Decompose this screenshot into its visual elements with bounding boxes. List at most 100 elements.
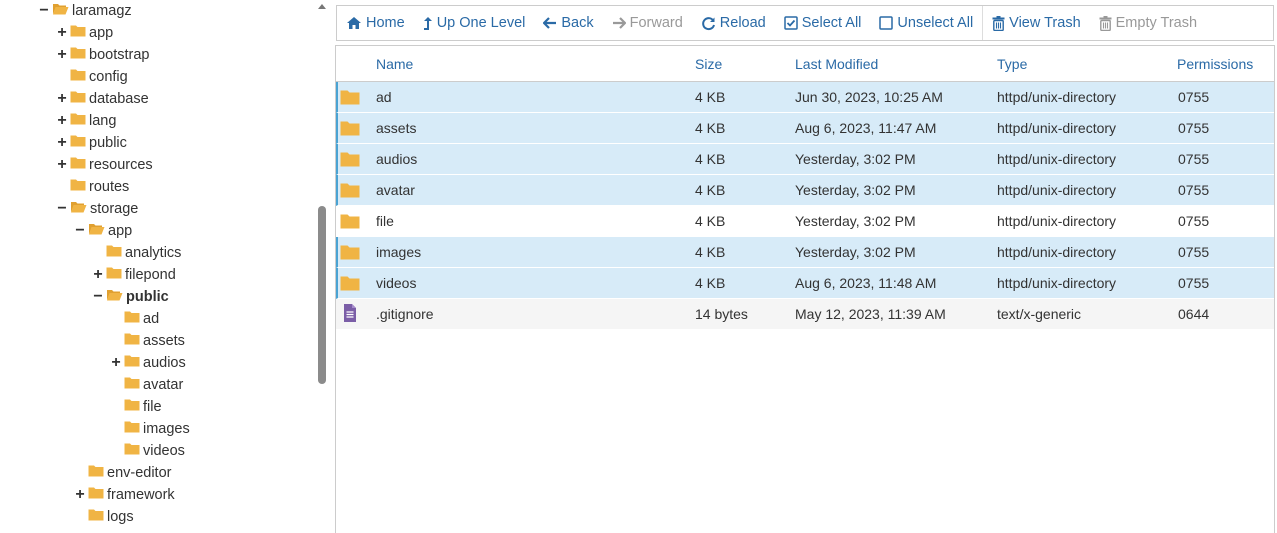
expand-toggle-icon[interactable]: + xyxy=(56,110,68,132)
tree-node[interactable]: − app xyxy=(74,220,132,242)
expand-toggle-icon[interactable]: + xyxy=(92,264,104,286)
table-row[interactable]: avatar 4 KB Yesterday, 3:02 PM httpd/unix-d… xyxy=(336,175,1274,206)
reload-button[interactable]: Reload xyxy=(692,6,775,40)
table-row[interactable]: file 4 KB Yesterday, 3:02 PM httpd/unix-dir… xyxy=(336,206,1274,237)
column-header-type[interactable]: Type xyxy=(997,46,1027,82)
select-all-button[interactable]: Select All xyxy=(775,6,871,40)
tree-node[interactable]: + framework xyxy=(74,484,175,506)
folder-open-icon xyxy=(88,220,105,242)
file-name: ad xyxy=(376,89,392,105)
tree-node[interactable]: config xyxy=(56,66,128,88)
tree-node[interactable]: env-editor xyxy=(74,462,171,484)
tree-scrollbar[interactable] xyxy=(316,0,328,533)
tree-node[interactable]: − storage xyxy=(56,198,138,220)
file-modified: Aug 6, 2023, 11:47 AM xyxy=(795,120,937,136)
tree-node[interactable]: + public xyxy=(56,132,127,154)
folder-icon xyxy=(88,506,104,528)
collapse-toggle-icon[interactable]: − xyxy=(92,286,104,308)
collapse-toggle-icon[interactable]: − xyxy=(56,198,68,220)
tree-node[interactable]: avatar xyxy=(110,374,183,396)
tree-node[interactable]: + filepond xyxy=(92,264,176,286)
tree-node[interactable]: logs xyxy=(74,506,134,528)
file-type: httpd/unix-directory xyxy=(997,151,1117,167)
reload-label: Reload xyxy=(719,15,766,31)
scroll-up-arrow-icon[interactable] xyxy=(318,4,326,9)
tree-node[interactable]: assets xyxy=(110,330,185,352)
forward-button[interactable]: Forward xyxy=(603,6,692,40)
tree-node[interactable]: + resources xyxy=(56,154,153,176)
file-modified: Aug 6, 2023, 11:48 AM xyxy=(795,275,937,291)
tree-node[interactable]: analytics xyxy=(92,242,181,264)
folder-icon xyxy=(340,244,360,263)
folder-icon xyxy=(340,89,360,108)
file-name: file xyxy=(376,213,394,229)
file-type: httpd/unix-directory xyxy=(997,275,1117,291)
tree-node-label: analytics xyxy=(125,245,182,261)
tree-node[interactable]: file xyxy=(110,396,162,418)
tree-node[interactable]: images xyxy=(110,418,190,440)
folder-icon xyxy=(106,242,122,264)
table-row[interactable]: assets 4 KB Aug 6, 2023, 11:47 AM httpd/uni… xyxy=(336,113,1274,144)
column-header-name[interactable]: Name xyxy=(376,46,413,82)
tree-node[interactable]: + lang xyxy=(56,110,116,132)
folder-icon xyxy=(340,151,360,170)
file-size: 4 KB xyxy=(695,120,726,136)
tree-node[interactable]: + database xyxy=(56,88,148,110)
file-permissions: 0755 xyxy=(1178,120,1210,136)
tree-node[interactable]: − laramagz xyxy=(38,0,131,22)
expand-toggle-icon[interactable]: + xyxy=(110,352,122,374)
file-name: images xyxy=(376,244,422,260)
file-size: 4 KB xyxy=(695,213,726,229)
table-row[interactable]: .gitignore 14 bytes May 12, 2023, 11:39 AM… xyxy=(336,299,1274,330)
table-row[interactable]: images 4 KB Yesterday, 3:02 PM httpd/unix-d… xyxy=(336,237,1274,268)
tree-node-label: filepond xyxy=(125,267,176,283)
collapse-toggle-icon[interactable]: − xyxy=(38,0,50,22)
tree-node[interactable]: + app xyxy=(56,22,113,44)
expand-toggle-icon[interactable]: + xyxy=(56,132,68,154)
tree-node[interactable]: − public xyxy=(92,286,169,308)
table-row[interactable]: videos 4 KB Aug 6, 2023, 11:48 AM httpd/uni… xyxy=(336,268,1274,299)
tree-node[interactable]: + bootstrap xyxy=(56,44,149,66)
home-button[interactable]: Home xyxy=(337,6,414,40)
file-modified: Yesterday, 3:02 PM xyxy=(795,151,916,167)
expand-toggle-icon[interactable]: + xyxy=(56,22,68,44)
up-one-level-button[interactable]: Up One Level xyxy=(414,6,535,40)
table-row[interactable]: audios 4 KB Yesterday, 3:02 PM httpd/unix-d… xyxy=(336,144,1274,175)
unselect-all-button[interactable]: Unselect All xyxy=(870,6,982,40)
column-header-permissions[interactable]: Permissions xyxy=(1177,46,1253,82)
column-header-size[interactable]: Size xyxy=(695,46,722,82)
file-permissions: 0755 xyxy=(1178,151,1210,167)
tree-node-label: storage xyxy=(90,201,139,217)
folder-icon xyxy=(88,462,104,484)
tree-node-label: framework xyxy=(107,487,175,503)
back-label: Back xyxy=(561,15,594,31)
back-button[interactable]: Back xyxy=(534,6,602,40)
column-header-last-modified[interactable]: Last Modified xyxy=(795,46,878,82)
home-label: Home xyxy=(366,15,405,31)
tree-node-label: public xyxy=(126,289,169,305)
tree-node-label: resources xyxy=(89,157,153,173)
tree-node-label: logs xyxy=(107,509,134,525)
tree-node-label: file xyxy=(143,399,162,415)
scrollbar-thumb[interactable] xyxy=(318,206,326,384)
folder-icon xyxy=(124,308,140,330)
expand-toggle-icon[interactable]: + xyxy=(74,484,86,506)
expand-toggle-icon[interactable]: + xyxy=(56,44,68,66)
file-type: httpd/unix-directory xyxy=(997,244,1117,260)
expand-toggle-icon[interactable]: + xyxy=(56,154,68,176)
tree-node-label: lang xyxy=(89,113,117,129)
tree-node[interactable]: videos xyxy=(110,440,185,462)
empty-trash-button[interactable]: Empty Trash xyxy=(1090,6,1206,40)
collapse-toggle-icon[interactable]: − xyxy=(74,220,86,242)
tree-node-label: audios xyxy=(143,355,186,371)
tree-node-label: videos xyxy=(143,443,185,459)
tree-node[interactable]: + audios xyxy=(110,352,186,374)
view-trash-button[interactable]: View Trash xyxy=(983,6,1089,40)
table-row[interactable]: ad 4 KB Jun 30, 2023, 10:25 AM httpd/unix-d… xyxy=(336,82,1274,113)
tree-node[interactable]: routes xyxy=(56,176,129,198)
folder-open-icon xyxy=(52,0,69,22)
file-permissions: 0644 xyxy=(1178,306,1210,322)
expand-toggle-icon[interactable]: + xyxy=(56,88,68,110)
folder-icon xyxy=(70,132,86,154)
tree-node[interactable]: ad xyxy=(110,308,159,330)
